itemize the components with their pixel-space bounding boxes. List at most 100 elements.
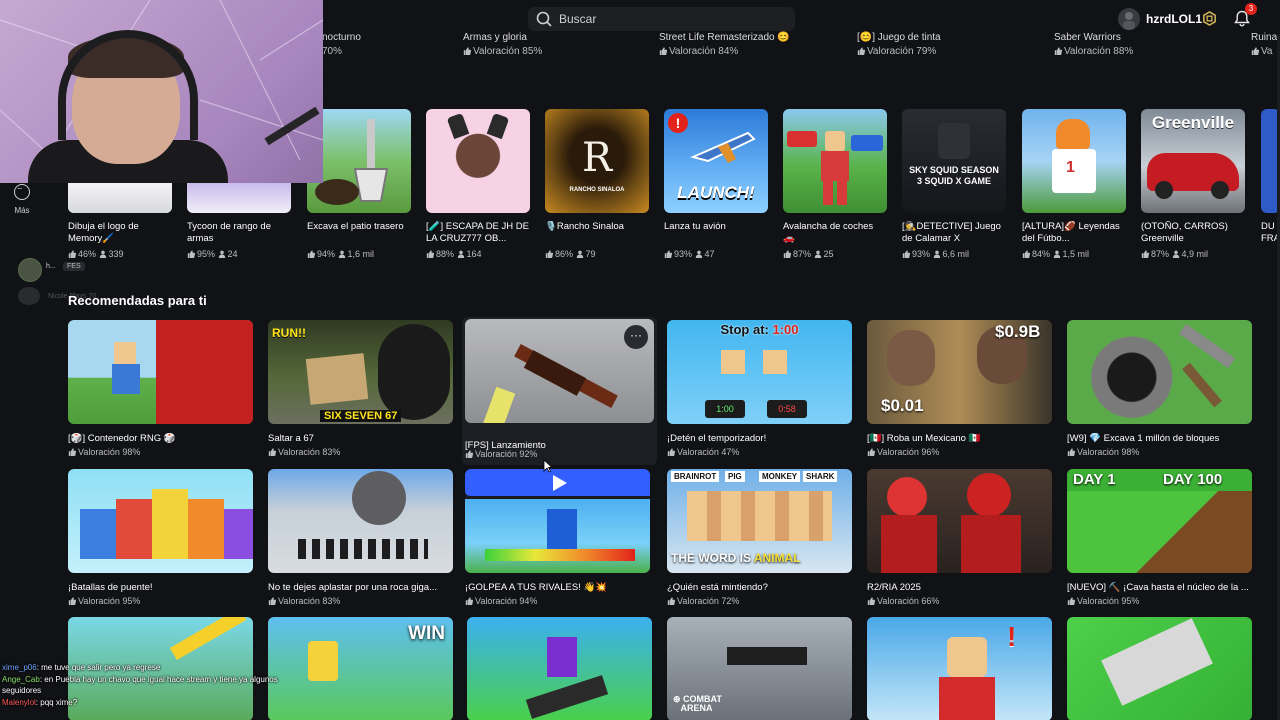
game-thumbnail: ! LAUNCH! — [664, 109, 768, 213]
search-input[interactable] — [559, 12, 779, 26]
game-title: [🧪] ESCAPA DE JH DE LA CRUZ777 OB... — [426, 221, 529, 244]
game-rating: Valoración 98% — [68, 447, 253, 457]
game-card[interactable]: [W9] 💎 Excava 1 millón de bloques Valora… — [1067, 320, 1252, 457]
thumbs-up-icon — [268, 597, 276, 605]
game-card-hovered[interactable]: ··· [FPS] Lanzamiento Valoración 92% — [462, 317, 657, 465]
thumbs-up-icon — [1067, 448, 1075, 456]
players-icon — [576, 250, 583, 258]
game-title: Tycoon de rango de armas — [187, 221, 271, 244]
game-card[interactable]: ! LAUNCH! Lanza tu avión 93% 47 — [664, 109, 768, 259]
more-button[interactable]: Más — [8, 181, 36, 215]
game-card[interactable]: ! — [867, 617, 1052, 720]
play-icon — [553, 475, 567, 491]
notification-count-badge: 3 — [1245, 3, 1257, 15]
more-options-button[interactable]: ··· — [624, 325, 648, 349]
chat-message: xime_p06: me tuve que salir pero ya regr… — [2, 663, 161, 672]
game-title: ¡Batallas de puente! — [68, 582, 153, 593]
thumbs-up-icon — [465, 597, 473, 605]
game-card[interactable] — [467, 617, 652, 720]
game-thumbnail: ! — [867, 617, 1052, 720]
game-card-partial[interactable]: Armas y gloria Valoración 85% — [463, 32, 542, 57]
chat-message: Malenylol: pqq xime? — [2, 697, 78, 707]
game-title: [W9] 💎 Excava 1 millón de bloques — [1067, 433, 1220, 444]
game-card[interactable]: Stop at: 1:00 1:00 0:58 ¡Detén el tempor… — [667, 320, 852, 457]
game-title: R2/RIA 2025 — [867, 582, 921, 593]
search-icon — [536, 11, 552, 27]
game-rating: Valoración 92% — [465, 449, 537, 459]
game-thumbnail: R RANCHO SINALOA — [545, 109, 649, 213]
username: hzrdLOL1 — [1146, 12, 1202, 26]
game-card[interactable]: ¡Batallas de puente! Valoración 95% — [68, 469, 253, 606]
game-thumbnail — [426, 109, 530, 213]
game-card[interactable]: DAY 1 DAY 100 [NUEVO] ⛏️ ¡Cava hasta el … — [1067, 469, 1252, 606]
game-title: 🎙️Rancho Sinaloa — [545, 221, 624, 232]
game-stats: 94% 1,6 mil — [307, 249, 411, 259]
game-card[interactable]: ¡GOLPEA A TUS RIVALES! 👋💥 Valoración 94% — [465, 469, 650, 606]
game-card[interactable]: R2/RIA 2025 Valoración 66% — [867, 469, 1052, 606]
game-card-partial[interactable]: [😊] Juego de tinta Valoración 79% — [857, 32, 941, 57]
friend-avatar[interactable] — [18, 287, 40, 305]
game-title: Dibuja el logo de Memory🖌️ — [68, 221, 139, 244]
players-icon — [99, 250, 106, 258]
game-card-partial[interactable]: Ruina Va — [1251, 32, 1277, 57]
play-button[interactable] — [465, 469, 650, 496]
game-card[interactable]: SKY SQUID SEASON 3 SQUID X GAME [🕵️DETEC… — [902, 109, 1006, 259]
game-thumbnail: DAY 1 DAY 100 — [1067, 469, 1252, 573]
game-rating: Valoración 66% — [867, 596, 1052, 606]
game-card[interactable]: [🧪] ESCAPA DE JH DE LA CRUZ777 OB... 88%… — [426, 109, 530, 259]
game-card-partial[interactable]: nocturno 70% — [322, 32, 361, 57]
game-card[interactable]: No te dejes aplastar por una roca giga..… — [268, 469, 453, 606]
players-icon — [1053, 250, 1060, 258]
search-box[interactable] — [528, 7, 795, 31]
game-thumbnail — [867, 469, 1052, 573]
game-card[interactable]: RUN!! SIX SEVEN 67 Saltar a 67 Valoració… — [268, 320, 453, 457]
game-card[interactable]: [🎲] Contenedor RNG 🎲 Valoración 98% — [68, 320, 253, 457]
user-profile-link[interactable]: hzrdLOL1 — [1118, 8, 1202, 30]
game-card[interactable]: $0.01 $0.9B [🇲🇽] Roba un Mexicano 🇲🇽 Val… — [867, 320, 1052, 457]
game-thumbnail: Stop at: 1:00 1:00 0:58 — [667, 320, 852, 424]
thumbs-up-icon — [1141, 250, 1149, 258]
game-card-partial[interactable]: Saber Warriors Valoración 88% — [1054, 32, 1133, 57]
game-card[interactable]: R RANCHO SINALOA 🎙️Rancho Sinaloa 86% 79 — [545, 109, 649, 259]
thumbs-up-icon — [867, 448, 875, 456]
friend-avatar[interactable] — [18, 258, 42, 282]
players-icon — [1172, 250, 1179, 258]
game-card-partial[interactable]: Street Life Remasterizado 😊 Valoración 84… — [659, 32, 790, 57]
game-title: (OTOÑO, CARROS) Greenville — [1141, 221, 1228, 244]
game-rating: Valoración 83% — [268, 596, 453, 606]
thumbs-up-icon — [68, 250, 76, 258]
thumbs-up-icon — [68, 597, 76, 605]
game-title: [ALTURA]🏈 Leyendas del Fútbo... — [1022, 221, 1120, 244]
game-stats: 46% 339 — [68, 249, 172, 259]
game-title: [🇲🇽] Roba un Mexicano 🇲🇽 — [867, 433, 981, 444]
friend-chip: FES — [63, 262, 85, 271]
game-stats: 87% 4,9 mil — [1141, 249, 1245, 259]
game-rating: Valoración 98% — [1067, 447, 1252, 457]
game-card[interactable]: Greenville (OTOÑO, CARROS) Greenville 87… — [1141, 109, 1245, 259]
game-stats: 84% 1,5 mil — [1022, 249, 1126, 259]
game-thumbnail — [783, 109, 887, 213]
thumbs-up-icon — [867, 597, 875, 605]
game-stats: 86% 79 — [545, 249, 649, 259]
game-thumbnail: ··· — [465, 319, 654, 423]
game-card[interactable]: ⊕ COMBAT ARENA — [667, 617, 852, 720]
thumbs-up-icon — [659, 47, 667, 55]
game-card[interactable] — [1067, 617, 1252, 720]
game-title: [🕵️DETECTIVE] Juego de Calamar X — [902, 221, 1001, 244]
game-card[interactable]: Avalancha de coches 🚗 87% 25 — [783, 109, 887, 259]
game-thumbnail — [268, 469, 453, 573]
chat-message: Ange_Cab: en Puebla hay un chavo que igu… — [2, 674, 278, 696]
game-stats: 87% 25 — [783, 249, 887, 259]
stream-chat: xime_p06: me tuve que salir pero ya regr… — [2, 662, 302, 708]
thumbs-up-icon — [187, 250, 195, 258]
thumbs-up-icon — [1067, 597, 1075, 605]
game-thumbnail — [1067, 320, 1252, 424]
thumbnail-text: Greenville — [1151, 113, 1235, 132]
thumbs-up-icon — [1022, 250, 1030, 258]
players-icon — [695, 250, 702, 258]
game-card[interactable]: 1 [ALTURA]🏈 Leyendas del Fútbo... 84% 1,… — [1022, 109, 1126, 259]
game-thumbnail — [68, 469, 253, 573]
game-card[interactable]: BRAINROT PIG MONKEY SHARK THE WORD IS AN… — [667, 469, 852, 606]
game-thumbnail: BRAINROT PIG MONKEY SHARK THE WORD IS AN… — [667, 469, 852, 573]
robux-icon[interactable] — [1202, 11, 1217, 26]
